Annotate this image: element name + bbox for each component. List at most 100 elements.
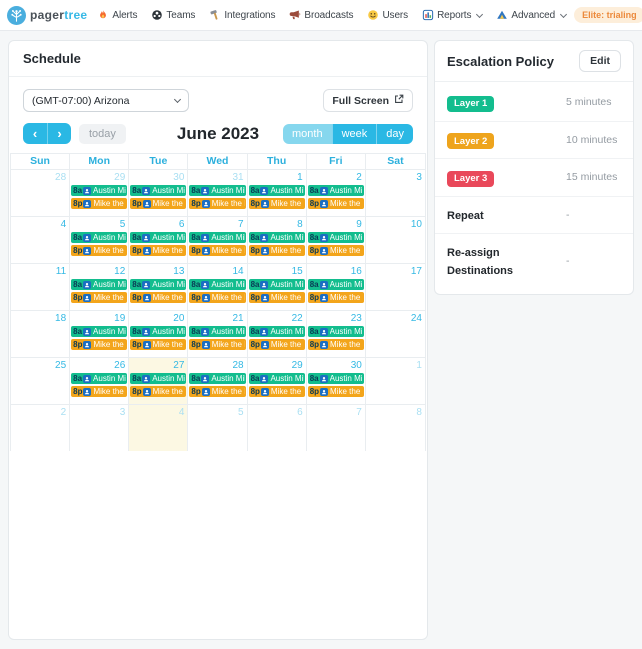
schedule-event[interactable]: 8aAustin Mil: [308, 232, 364, 243]
schedule-event[interactable]: 8pMike the M: [130, 386, 186, 397]
schedule-event[interactable]: 8aAustin Mil: [189, 279, 245, 290]
day-cell[interactable]: 3: [70, 404, 129, 451]
schedule-event[interactable]: 8pMike the M: [249, 198, 305, 209]
next-month-button[interactable]: ›: [47, 123, 71, 144]
schedule-event[interactable]: 8pMike the M: [189, 386, 245, 397]
day-cell[interactable]: 78aAustin Mil8pMike the M: [188, 216, 247, 263]
schedule-event[interactable]: 8pMike the M: [308, 245, 364, 256]
schedule-event[interactable]: 8pMike the M: [130, 339, 186, 350]
day-cell[interactable]: 98aAustin Mil8pMike the M: [307, 216, 366, 263]
schedule-event[interactable]: 8pMike the M: [189, 198, 245, 209]
schedule-event[interactable]: 8aAustin Mil: [189, 232, 245, 243]
day-cell[interactable]: 318aAustin Mil8pMike the M: [188, 169, 247, 216]
day-cell[interactable]: 8: [366, 404, 425, 451]
day-cell[interactable]: 138aAustin Mil8pMike the M: [129, 263, 188, 310]
day-cell[interactable]: 308aAustin Mil8pMike the M: [307, 357, 366, 404]
schedule-event[interactable]: 8aAustin Mil: [130, 232, 186, 243]
nav-item-users[interactable]: Users: [367, 9, 408, 21]
day-cell[interactable]: 288aAustin Mil8pMike the M: [188, 357, 247, 404]
day-cell[interactable]: 11: [11, 263, 70, 310]
schedule-event[interactable]: 8pMike the M: [71, 292, 127, 303]
day-cell[interactable]: 228aAustin Mil8pMike the M: [248, 310, 307, 357]
day-cell[interactable]: 6: [248, 404, 307, 451]
day-cell[interactable]: 278aAustin Mil8pMike the M: [129, 357, 188, 404]
day-cell[interactable]: 208aAustin Mil8pMike the M: [129, 310, 188, 357]
schedule-event[interactable]: 8aAustin Mil: [130, 279, 186, 290]
day-cell[interactable]: 24: [366, 310, 425, 357]
schedule-event[interactable]: 8pMike the M: [249, 292, 305, 303]
schedule-event[interactable]: 8pMike the M: [71, 339, 127, 350]
schedule-event[interactable]: 8aAustin Mil: [71, 373, 127, 384]
day-cell[interactable]: 198aAustin Mil8pMike the M: [70, 310, 129, 357]
schedule-event[interactable]: 8aAustin Mil: [249, 232, 305, 243]
schedule-event[interactable]: 8aAustin Mil: [249, 326, 305, 337]
today-button[interactable]: today: [79, 124, 126, 144]
day-cell[interactable]: 158aAustin Mil8pMike the M: [248, 263, 307, 310]
day-cell[interactable]: 68aAustin Mil8pMike the M: [129, 216, 188, 263]
day-cell[interactable]: 7: [307, 404, 366, 451]
schedule-event[interactable]: 8aAustin Mil: [71, 326, 127, 337]
nav-item-broadcasts[interactable]: Broadcasts: [289, 9, 353, 21]
day-cell[interactable]: 88aAustin Mil8pMike the M: [248, 216, 307, 263]
full-screen-button[interactable]: Full Screen: [323, 89, 413, 112]
day-cell[interactable]: 25: [11, 357, 70, 404]
schedule-event[interactable]: 8pMike the M: [130, 292, 186, 303]
schedule-event[interactable]: 8aAustin Mil: [249, 185, 305, 196]
schedule-event[interactable]: 8aAustin Mil: [130, 326, 186, 337]
schedule-event[interactable]: 8aAustin Mil: [130, 373, 186, 384]
day-cell[interactable]: 148aAustin Mil8pMike the M: [188, 263, 247, 310]
schedule-event[interactable]: 8aAustin Mil: [71, 279, 127, 290]
day-cell[interactable]: 218aAustin Mil8pMike the M: [188, 310, 247, 357]
schedule-event[interactable]: 8pMike the M: [308, 386, 364, 397]
view-button-week[interactable]: week: [332, 124, 377, 144]
day-cell[interactable]: 28: [11, 169, 70, 216]
day-cell[interactable]: 5: [188, 404, 247, 451]
schedule-event[interactable]: 8aAustin Mil: [71, 185, 127, 196]
day-cell[interactable]: 128aAustin Mil8pMike the M: [70, 263, 129, 310]
schedule-event[interactable]: 8pMike the M: [130, 198, 186, 209]
schedule-event[interactable]: 8pMike the M: [189, 292, 245, 303]
nav-item-integrations[interactable]: Integrations: [209, 9, 275, 21]
schedule-event[interactable]: 8pMike the M: [71, 245, 127, 256]
prev-month-button[interactable]: ‹: [23, 123, 47, 144]
schedule-event[interactable]: 8pMike the M: [71, 198, 127, 209]
day-cell[interactable]: 238aAustin Mil8pMike the M: [307, 310, 366, 357]
schedule-event[interactable]: 8pMike the M: [308, 292, 364, 303]
schedule-event[interactable]: 8aAustin Mil: [249, 373, 305, 384]
schedule-event[interactable]: 8pMike the M: [308, 339, 364, 350]
schedule-event[interactable]: 8pMike the M: [249, 339, 305, 350]
day-cell[interactable]: 3: [366, 169, 425, 216]
schedule-event[interactable]: 8aAustin Mil: [71, 232, 127, 243]
day-cell[interactable]: 298aAustin Mil8pMike the M: [70, 169, 129, 216]
schedule-event[interactable]: 8aAustin Mil: [189, 185, 245, 196]
schedule-event[interactable]: 8aAustin Mil: [308, 279, 364, 290]
pagertree-brand[interactable]: pagertree: [7, 6, 87, 25]
schedule-event[interactable]: 8pMike the M: [71, 386, 127, 397]
day-cell[interactable]: 298aAustin Mil8pMike the M: [248, 357, 307, 404]
day-cell[interactable]: 18: [11, 310, 70, 357]
nav-item-teams[interactable]: Teams: [151, 9, 195, 21]
view-button-day[interactable]: day: [376, 124, 413, 144]
schedule-event[interactable]: 8aAustin Mil: [130, 185, 186, 196]
day-cell[interactable]: 4: [129, 404, 188, 451]
schedule-event[interactable]: 8aAustin Mil: [308, 185, 364, 196]
day-cell[interactable]: 1: [366, 357, 425, 404]
timezone-select[interactable]: (GMT-07:00) Arizona: [23, 89, 189, 112]
day-cell[interactable]: 18aAustin Mil8pMike the M: [248, 169, 307, 216]
day-cell[interactable]: 168aAustin Mil8pMike the M: [307, 263, 366, 310]
schedule-event[interactable]: 8pMike the M: [189, 339, 245, 350]
schedule-event[interactable]: 8aAustin Mil: [249, 279, 305, 290]
day-cell[interactable]: 17: [366, 263, 425, 310]
schedule-event[interactable]: 8aAustin Mil: [189, 373, 245, 384]
day-cell[interactable]: 4: [11, 216, 70, 263]
day-cell[interactable]: 58aAustin Mil8pMike the M: [70, 216, 129, 263]
day-cell[interactable]: 308aAustin Mil8pMike the M: [129, 169, 188, 216]
nav-item-advanced[interactable]: Advanced: [496, 9, 566, 21]
edit-button[interactable]: Edit: [579, 50, 621, 72]
day-cell[interactable]: 10: [366, 216, 425, 263]
nav-item-alerts[interactable]: Alerts: [97, 9, 137, 21]
schedule-event[interactable]: 8pMike the M: [249, 386, 305, 397]
day-cell[interactable]: 268aAustin Mil8pMike the M: [70, 357, 129, 404]
day-cell[interactable]: 2: [11, 404, 70, 451]
view-button-month[interactable]: month: [283, 124, 332, 144]
